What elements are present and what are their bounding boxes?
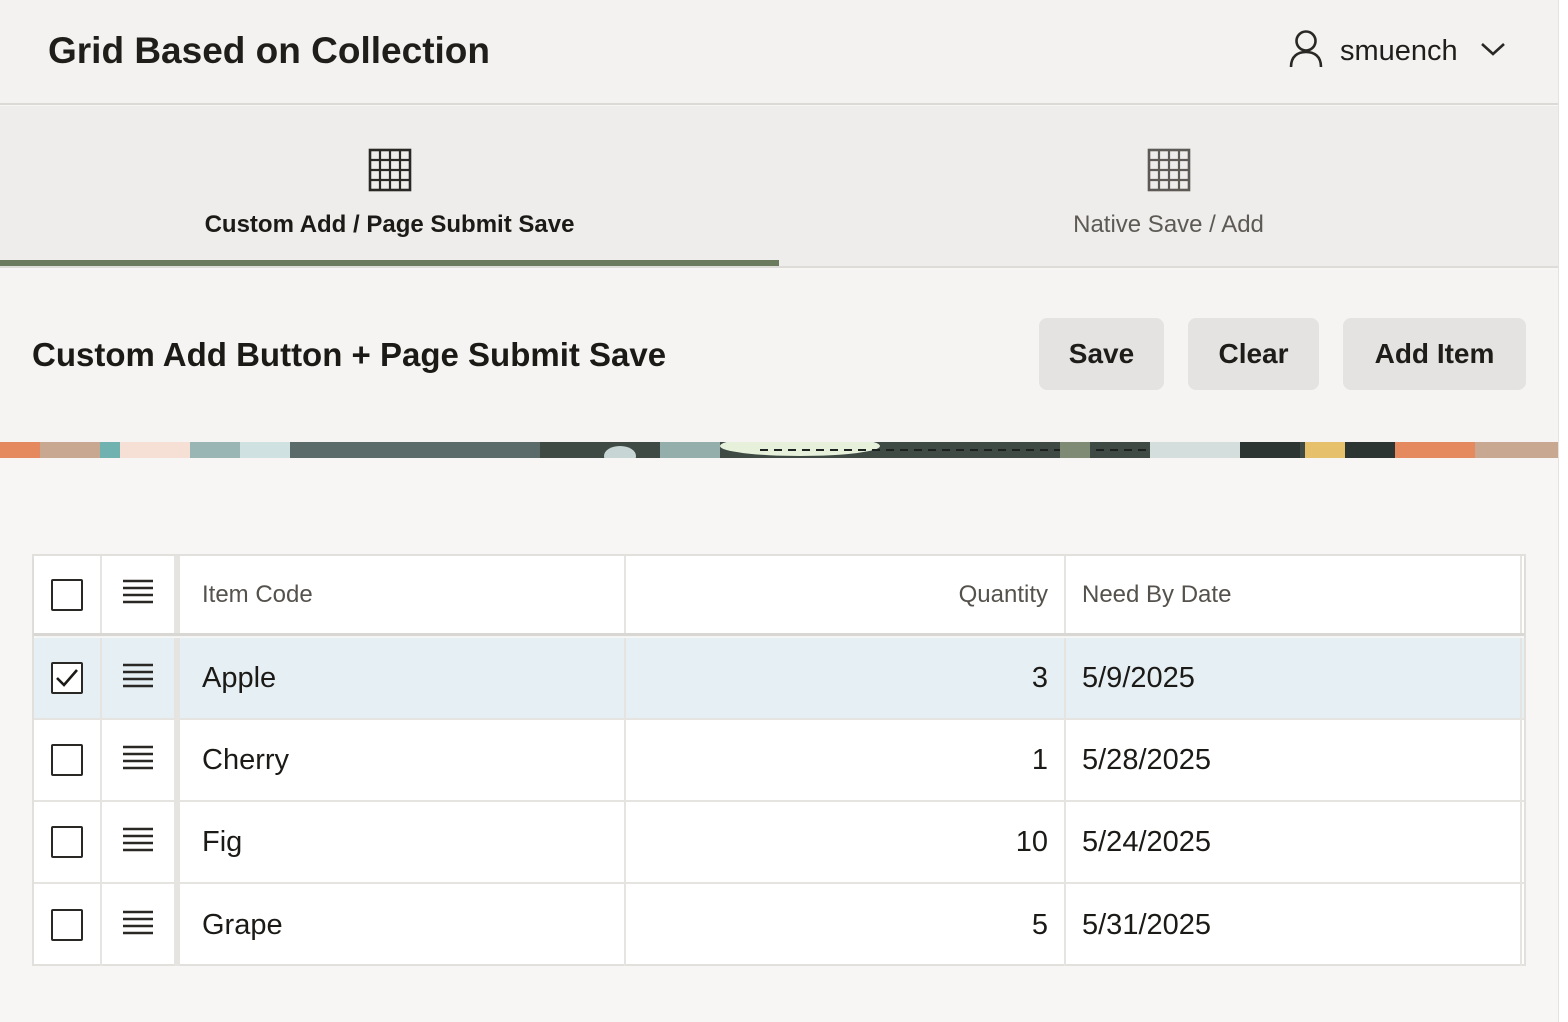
table-row[interactable]: Cherry 1 5/28/2025 xyxy=(34,720,1524,802)
need-by-date-cell[interactable]: 5/31/2025 xyxy=(1066,884,1522,966)
grid-header-row: Item Code Quantity Need By Date xyxy=(34,556,1524,636)
row-actions-cell xyxy=(102,720,180,800)
quantity-cell[interactable]: 3 xyxy=(626,638,1066,718)
row-menu-icon[interactable] xyxy=(122,826,154,859)
tab-label: Native Save / Add xyxy=(1073,211,1264,238)
need-by-date-value: 5/24/2025 xyxy=(1082,825,1212,858)
item-code-cell[interactable]: Apple xyxy=(186,638,626,718)
region-header: Custom Add Button + Page Submit Save Sav… xyxy=(0,270,1558,442)
item-code-value: Cherry xyxy=(202,743,290,776)
header-label: Quantity xyxy=(958,580,1048,608)
row-actions-cell xyxy=(102,884,180,966)
quantity-value: 1 xyxy=(1031,743,1048,776)
quantity-cell[interactable]: 10 xyxy=(626,802,1066,882)
row-actions-cell xyxy=(102,802,180,882)
column-header-item-code[interactable]: Item Code xyxy=(186,556,626,633)
row-menu-icon[interactable] xyxy=(122,662,154,695)
select-all-cell xyxy=(34,556,102,633)
column-header-quantity[interactable]: Quantity xyxy=(626,556,1066,633)
need-by-date-cell[interactable]: 5/9/2025 xyxy=(1066,638,1522,718)
grid-icon xyxy=(1147,148,1191,197)
need-by-date-value: 5/28/2025 xyxy=(1082,743,1212,776)
row-checkbox[interactable] xyxy=(51,826,83,858)
need-by-date-cell[interactable]: 5/24/2025 xyxy=(1066,802,1522,882)
add-item-button[interactable]: Add Item xyxy=(1343,318,1526,390)
need-by-date-value: 5/31/2025 xyxy=(1082,908,1212,941)
save-button[interactable]: Save xyxy=(1039,318,1164,390)
quantity-value: 5 xyxy=(1031,908,1048,941)
quantity-cell[interactable]: 5 xyxy=(626,884,1066,966)
row-select-cell xyxy=(34,884,102,966)
user-menu[interactable]: smuench xyxy=(1288,28,1506,74)
column-header-need-by-date[interactable]: Need By Date xyxy=(1066,556,1522,633)
table-row[interactable]: Fig 10 5/24/2025 xyxy=(34,802,1524,884)
item-code-cell[interactable]: Grape xyxy=(186,884,626,966)
clear-button[interactable]: Clear xyxy=(1188,318,1319,390)
actions-header-cell xyxy=(102,556,180,633)
quantity-value: 3 xyxy=(1031,661,1048,694)
menu-icon[interactable] xyxy=(122,578,154,611)
item-code-value: Apple xyxy=(202,661,277,694)
interactive-grid: Item Code Quantity Need By Date Apple 3 … xyxy=(32,554,1526,966)
user-name: smuench xyxy=(1340,34,1458,67)
window-edge xyxy=(1558,0,1568,1022)
row-checkbox[interactable] xyxy=(51,909,83,941)
row-select-cell xyxy=(34,720,102,800)
region-title: Custom Add Button + Page Submit Save xyxy=(32,336,667,373)
table-row[interactable]: Apple 3 5/9/2025 xyxy=(34,638,1524,720)
header-label: Item Code xyxy=(202,580,313,608)
select-all-checkbox[interactable] xyxy=(51,578,83,611)
item-code-cell[interactable]: Fig xyxy=(186,802,626,882)
item-code-value: Fig xyxy=(202,825,243,858)
tab-label: Custom Add / Page Submit Save xyxy=(204,211,575,238)
header-label: Need By Date xyxy=(1082,580,1232,608)
row-select-cell xyxy=(34,802,102,882)
row-checkbox[interactable] xyxy=(51,744,83,776)
table-row[interactable]: Grape 5 5/31/2025 xyxy=(34,884,1524,966)
user-icon xyxy=(1288,29,1324,74)
decorative-banner xyxy=(0,442,1558,458)
row-select-cell xyxy=(34,638,102,718)
quantity-value: 10 xyxy=(1015,825,1048,858)
app-title: Grid Based on Collection xyxy=(48,30,490,71)
item-code-cell[interactable]: Cherry xyxy=(186,720,626,800)
row-menu-icon[interactable] xyxy=(122,909,154,942)
tab-native-save[interactable]: Native Save / Add xyxy=(779,106,1558,266)
row-actions-cell xyxy=(102,638,180,718)
chevron-down-icon[interactable] xyxy=(1480,41,1506,62)
tab-custom-add[interactable]: Custom Add / Page Submit Save xyxy=(0,106,779,266)
item-code-value: Grape xyxy=(202,908,283,941)
top-bar: Grid Based on Collection smuench xyxy=(0,0,1558,105)
row-checkbox[interactable] xyxy=(51,662,83,694)
quantity-cell[interactable]: 1 xyxy=(626,720,1066,800)
need-by-date-value: 5/9/2025 xyxy=(1082,661,1195,694)
grid-icon xyxy=(368,148,412,197)
tab-bar: Custom Add / Page Submit Save Native Sav… xyxy=(0,106,1558,268)
need-by-date-cell[interactable]: 5/28/2025 xyxy=(1066,720,1522,800)
row-menu-icon[interactable] xyxy=(122,744,154,777)
